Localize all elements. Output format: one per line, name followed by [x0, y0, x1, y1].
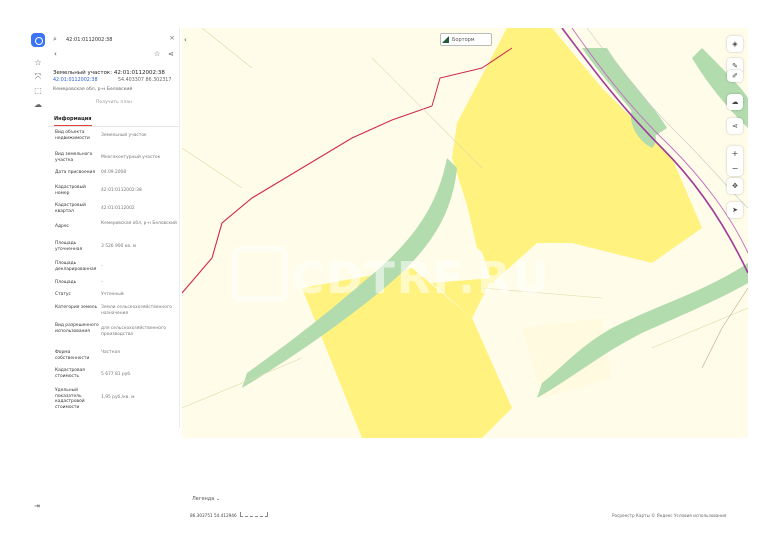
pan-icon[interactable]: ✥: [727, 178, 743, 194]
measure-icon[interactable]: ⤧: [33, 72, 43, 82]
parcel-region: Кемеровская обл, р-н Беловский: [53, 87, 133, 92]
edit-icon[interactable]: ✐: [727, 70, 743, 82]
info-value: 42:01:0112002: [101, 206, 135, 211]
info-value: Земли сельскохозяйственного назначения: [101, 305, 172, 316]
cloud-upload-icon[interactable]: ☁: [727, 94, 743, 110]
zoom-in-button[interactable]: +: [727, 146, 743, 161]
collapse-panel-icon[interactable]: ‹: [184, 36, 187, 44]
legend-label: Легенда: [192, 496, 215, 502]
panel-nav: ‹ ☆ ⋖: [48, 50, 179, 60]
info-key: Статус: [55, 292, 71, 297]
parcel-title: Земельный участок: 42:01:0112002:38: [53, 70, 165, 76]
cadastral-map[interactable]: CDTRF.RU Борторм ‹ ◈ ✎ ✐ ☁ ⋖ + − ✥ ➤: [182, 28, 748, 438]
watermark-logo: [232, 246, 288, 302]
search-input[interactable]: 42:01:0112002:38: [66, 37, 112, 43]
info-value: -: [101, 264, 103, 269]
info-value: Учтенный: [101, 292, 124, 297]
icon-rail: ☆ ⤧ ⬚ ☁ ⇥: [28, 28, 48, 526]
info-key: Кадастровый квартал: [55, 203, 86, 214]
location-icon[interactable]: ➤: [727, 202, 743, 218]
back-icon[interactable]: ‹: [54, 50, 57, 58]
info-key: Вид объекта недвижимости: [55, 130, 90, 141]
logo-icon[interactable]: [31, 33, 45, 47]
info-value: -: [101, 280, 103, 285]
tab-bar: Информация: [48, 113, 179, 127]
info-value: для сельскохозяйственного производства: [101, 326, 166, 337]
info-value: 5 677 81 руб.: [101, 372, 132, 377]
parcel-number-link[interactable]: 42:01:0112002:38: [53, 78, 98, 83]
search-icon: ⌕: [53, 35, 57, 43]
share-icon[interactable]: ⋖: [168, 50, 174, 58]
map-attribution[interactable]: Росреестр Карты © Яндекс Условия использ…: [612, 513, 726, 518]
info-key: Кадастровая стоимость: [55, 368, 85, 379]
layers-icon[interactable]: ◈: [727, 36, 743, 52]
info-value: 42:01:0112002:38: [101, 188, 142, 193]
map-canvas: [182, 28, 748, 438]
info-value: Кемеровская обл, р-н Беловский: [101, 221, 177, 226]
info-key: Площадь уточненная: [55, 241, 83, 252]
cursor-coords: 86.303751 54.412946: [190, 513, 237, 518]
info-key: Адрес: [55, 224, 69, 229]
close-icon[interactable]: ×: [169, 34, 175, 42]
select-area-icon[interactable]: ⬚: [33, 86, 43, 96]
info-value: Земельный участок: [101, 133, 147, 138]
tooltip-arrow-icon: [442, 36, 449, 43]
info-key: Форма собственности: [55, 350, 90, 361]
info-key: Вид земельного участка: [55, 152, 93, 163]
zoom-out-button[interactable]: −: [727, 161, 743, 176]
info-key: Категория земель: [55, 305, 98, 310]
info-key: Дата присвоения: [55, 170, 96, 175]
info-panel: ⌕ 42:01:0112002:38 × ‹ ☆ ⋖ Земельный уча…: [48, 28, 180, 428]
get-plan-button[interactable]: Получить план: [48, 100, 179, 105]
info-key: Кадастровый номер: [55, 185, 86, 196]
parcel-coords: 54.403307 86.302317: [118, 78, 172, 83]
scale-bar: [240, 512, 268, 517]
exit-icon[interactable]: ⇥: [34, 502, 40, 510]
info-key: Площадь декларированная: [55, 261, 97, 272]
search-bar[interactable]: ⌕ 42:01:0112002:38 ×: [48, 34, 179, 46]
info-key: Вид разрешенного использования: [55, 323, 99, 334]
info-value: 1,95 руб./кв. м: [101, 395, 135, 400]
cloud-icon[interactable]: ☁: [33, 100, 43, 110]
share-map-icon[interactable]: ⋖: [727, 118, 743, 134]
info-value: 3 526 900 кв. м: [101, 244, 137, 249]
map-tooltip[interactable]: Борторм: [440, 33, 492, 46]
info-key: Площадь: [55, 280, 77, 285]
info-value: Многоконтурный участок: [101, 155, 161, 160]
tab-info[interactable]: Информация: [54, 116, 92, 126]
legend-button[interactable]: Легенда ⌄: [192, 496, 220, 502]
zoom-controls: + −: [727, 146, 743, 176]
info-value: Частная: [101, 350, 120, 355]
app-frame: ☆ ⤧ ⬚ ☁ ⇥ ⌕ 42:01:0112002:38 × ‹ ☆ ⋖ Зем…: [28, 28, 748, 526]
favorite-icon[interactable]: ☆: [154, 50, 160, 58]
info-key: Удельный показатель кадастровой стоимост…: [55, 388, 85, 410]
star-icon[interactable]: ☆: [33, 58, 43, 68]
watermark: CDTRF.RU: [292, 253, 551, 304]
info-value: 04.09.2008: [101, 170, 127, 175]
tooltip-label: Борторм: [452, 37, 475, 43]
